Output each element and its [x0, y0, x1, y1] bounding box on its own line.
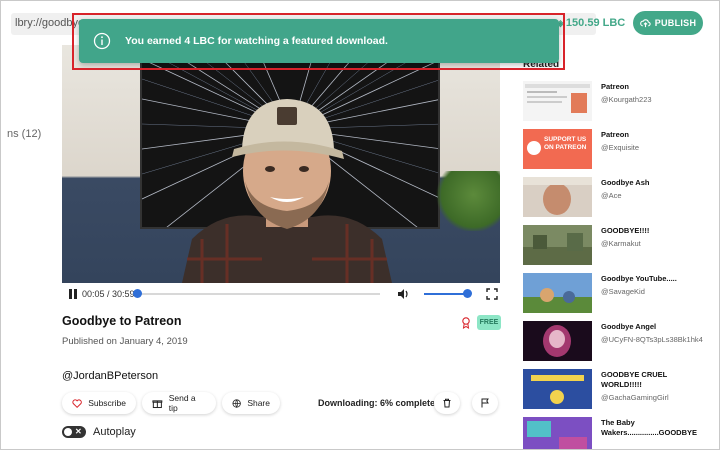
- list-item[interactable]: GOODBYE CRUEL WORLD!!!!! @GachaGamingGir…: [523, 369, 713, 417]
- report-button[interactable]: [472, 392, 498, 414]
- list-item[interactable]: Goodbye Angel @UCyFN-8QTs3pLs38Bk1hk4: [523, 321, 713, 369]
- volume-icon[interactable]: [396, 287, 410, 301]
- related-thumbnail: [523, 321, 592, 361]
- fullscreen-icon[interactable]: [486, 288, 498, 300]
- related-title: Goodbye Ash: [601, 178, 650, 187]
- send-tip-label: Send a tip: [168, 393, 196, 413]
- share-button[interactable]: Share: [222, 392, 280, 414]
- related-thumbnail: SUPPORT US ON PATREON: [523, 129, 592, 169]
- related-channel: @Ace: [601, 191, 622, 200]
- related-channel: @Exquisite: [601, 143, 640, 152]
- player-controls: 00:05 / 30:59: [62, 283, 500, 305]
- wallet-balance[interactable]: ◈ 150.59 LBC: [557, 17, 625, 29]
- seek-handle[interactable]: [132, 289, 142, 298]
- patreon-logo-icon: [527, 141, 541, 155]
- free-badge: FREE: [477, 315, 501, 330]
- related-list: Patreon @Kourgath223 SUPPORT US ON PATRE…: [523, 81, 713, 449]
- list-item[interactable]: SUPPORT US ON PATREON Patreon @Exquisite: [523, 129, 713, 177]
- share-label: Share: [247, 398, 270, 408]
- publish-label: PUBLISH: [654, 18, 697, 28]
- subscribe-label: Subscribe: [88, 398, 126, 408]
- trash-icon: [443, 398, 451, 408]
- publish-date: Published on January 4, 2019: [62, 336, 188, 347]
- highlight-outline: [72, 13, 565, 70]
- video-title: Goodbye to Patreon: [62, 314, 182, 328]
- related-thumbnail: [523, 225, 592, 265]
- autoplay-toggle[interactable]: ✕ Autoplay: [62, 426, 136, 438]
- related-title: Goodbye YouTube.....: [601, 274, 677, 283]
- publish-button[interactable]: PUBLISH: [633, 11, 703, 35]
- related-title: Patreon: [601, 130, 629, 139]
- volume-handle[interactable]: [463, 289, 473, 298]
- list-item[interactable]: Goodbye Ash @Ace: [523, 177, 713, 225]
- related-thumbnail: [523, 81, 592, 121]
- delete-button[interactable]: [434, 392, 460, 414]
- related-channel: @GachaGamingGirl: [601, 393, 669, 402]
- action-bar: Subscribe Send a tip Share Downloading: …: [62, 392, 502, 416]
- heart-icon: [72, 398, 82, 408]
- app-window: lbry://goodbye ◈ 150.59 LBC PUBLISH ns (1…: [0, 0, 720, 450]
- gift-icon: [152, 399, 163, 408]
- related-channel: @Karmakut: [601, 239, 641, 248]
- autoplay-switch[interactable]: ✕: [62, 426, 86, 438]
- send-tip-button[interactable]: Send a tip: [142, 392, 216, 414]
- related-channel: @UCyFN-8QTs3pLs38Bk1hk4: [601, 335, 703, 344]
- related-title: The Baby Wakers...............GOODBYE: [601, 418, 697, 437]
- close-icon: ✕: [75, 427, 82, 436]
- flag-icon: [481, 398, 489, 408]
- related-thumbnail: [523, 417, 592, 449]
- upload-icon: [639, 18, 651, 27]
- related-thumbnail: [523, 273, 592, 313]
- playback-time: 00:05 / 30:59: [82, 289, 135, 299]
- presenter-figure: [182, 99, 392, 283]
- list-item[interactable]: Patreon @Kourgath223: [523, 81, 713, 129]
- related-title: GOODBYE CRUEL WORLD!!!!!: [601, 370, 668, 389]
- video-player[interactable]: [62, 45, 500, 283]
- download-status: Downloading: 6% complete: [318, 398, 436, 408]
- related-channel: @SavageKid: [601, 287, 645, 296]
- related-title: GOODBYE!!!!: [601, 226, 650, 235]
- list-item[interactable]: The Baby Wakers...............GOODBYE: [523, 417, 713, 449]
- globe-icon: [232, 398, 241, 408]
- related-thumbnail: [523, 177, 592, 217]
- related-channel: @Kourgath223: [601, 95, 652, 104]
- plant-decoration: [434, 171, 500, 231]
- autoplay-label: Autoplay: [93, 426, 136, 438]
- seek-bar[interactable]: [136, 293, 380, 295]
- thumbnail-text: SUPPORT US ON PATREON: [544, 136, 587, 151]
- pause-icon[interactable]: [68, 288, 78, 300]
- subscribe-button[interactable]: Subscribe: [62, 392, 136, 414]
- balance-value: 150.59 LBC: [565, 17, 626, 29]
- list-item[interactable]: Goodbye YouTube..... @SavageKid: [523, 273, 713, 321]
- list-item[interactable]: GOODBYE!!!! @Karmakut: [523, 225, 713, 273]
- related-title: Goodbye Angel: [601, 322, 657, 331]
- related-thumbnail: [523, 369, 592, 409]
- related-title: Patreon: [601, 82, 629, 91]
- sidebar-item-count[interactable]: ns (12): [7, 128, 41, 140]
- channel-name[interactable]: @JordanBPeterson: [62, 370, 158, 382]
- reward-icon: [462, 317, 470, 329]
